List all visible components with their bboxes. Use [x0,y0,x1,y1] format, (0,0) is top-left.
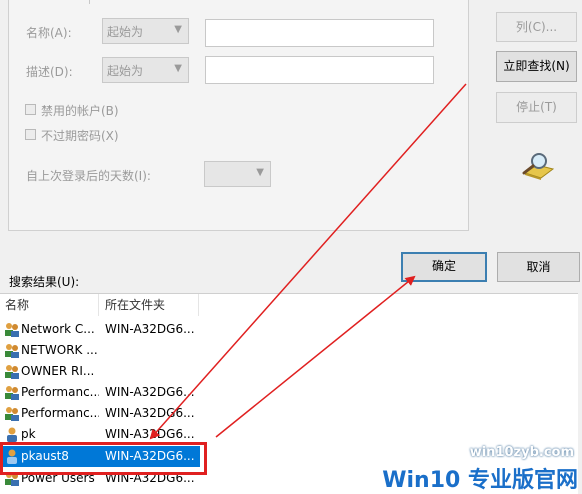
description-mode-select[interactable]: 起始为 ▼ [102,57,189,83]
chevron-down-icon: ▼ [256,167,264,178]
row-folder: WIN-A32DG6... [105,406,195,420]
group-icon [5,344,19,358]
watermark-site: win10zyb.com [469,445,574,460]
name-input[interactable] [205,19,434,47]
group-icon [5,365,19,379]
chevron-down-icon: ▼ [174,24,182,35]
row-name: Network C... [21,322,95,336]
user-icon [7,427,17,442]
search-results-label: 搜索结果(U): [9,275,80,289]
row-name: NETWORK ... [21,343,98,357]
list-item[interactable]: Performanc... WIN-A32DG6... [0,403,200,424]
column-header-folder[interactable]: 所在文件夹 [100,294,199,316]
column-header-name[interactable]: 名称 [0,294,99,316]
panel-divider [89,0,90,4]
search-magnifier-icon [522,153,555,180]
group-icon [5,407,19,421]
days-since-logon-select[interactable]: ▼ [204,161,271,187]
non-expiring-password-checkbox[interactable] [25,129,36,140]
columns-button[interactable]: 列(C)... [496,12,577,42]
cancel-button[interactable]: 取消 [497,252,580,282]
ok-button[interactable]: 确定 [401,252,487,282]
list-item[interactable]: Performanc... WIN-A32DG6... [0,382,200,403]
non-expiring-password-label: 不过期密码(X) [41,129,119,143]
description-label: 描述(D): [26,65,73,79]
group-icon [5,323,19,337]
watermark-brand: Win10 专业版官网 [382,468,578,493]
days-since-logon-label: 自上次登录后的天数(I): [26,169,151,183]
description-mode-value: 起始为 [107,64,144,78]
row-name: Performanc... [21,406,99,420]
find-now-button[interactable]: 立即查找(N) [496,51,577,82]
row-folder: WIN-A32DG6... [105,322,195,336]
list-item[interactable]: NETWORK ... [0,340,200,361]
name-mode-select[interactable]: 起始为 ▼ [102,18,189,44]
list-item[interactable]: Network C... WIN-A32DG6... [0,319,200,340]
disabled-accounts-checkbox[interactable] [25,104,36,115]
list-item[interactable]: OWNER RI... [0,361,200,382]
row-name: Performanc... [21,385,99,399]
name-label: 名称(A): [26,26,72,40]
description-input[interactable] [205,56,434,84]
group-icon [5,386,19,400]
row-folder: WIN-A32DG6... [105,385,195,399]
row-name: OWNER RI... [21,364,95,378]
chevron-down-icon: ▼ [174,63,182,74]
disabled-accounts-label: 禁用的帐户(B) [41,104,119,118]
annotation-highlight-box [0,442,207,475]
name-mode-value: 起始为 [107,25,144,39]
stop-button[interactable]: 停止(T) [496,92,577,123]
